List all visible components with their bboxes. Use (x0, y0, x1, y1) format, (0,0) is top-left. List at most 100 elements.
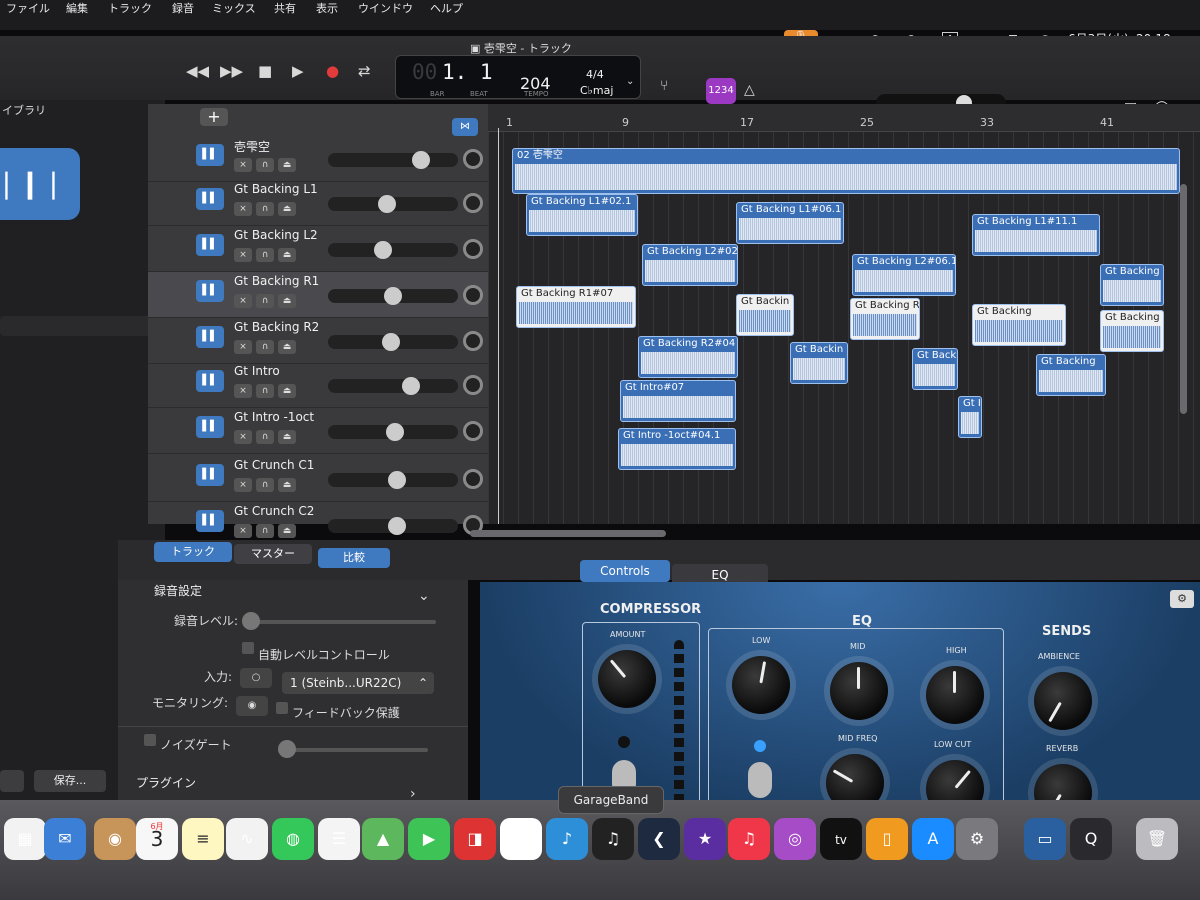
menu-help[interactable]: ヘルプ (430, 0, 463, 16)
audio-region[interactable]: Gt Backing R (850, 298, 920, 340)
quicktime-icon[interactable]: Q (1070, 818, 1112, 860)
contacts-icon[interactable]: ◉ (94, 818, 136, 860)
record-enable-icon[interactable]: ⏏ (278, 158, 296, 172)
headphones-icon[interactable]: ∩ (256, 202, 274, 216)
tab-controls[interactable]: Controls (580, 560, 670, 582)
menu-share[interactable]: 共有 (274, 0, 296, 16)
preview-icon[interactable]: ▭ (1024, 818, 1066, 860)
compressor-app-icon[interactable]: ❮ (638, 818, 680, 860)
track-volume-slider[interactable] (328, 287, 458, 305)
audio-region[interactable]: Gt Backin (790, 342, 848, 384)
pan-knob[interactable] (463, 331, 483, 351)
app-store-icon[interactable]: A (912, 818, 954, 860)
track-name[interactable]: Gt Intro -1oct (234, 410, 314, 424)
audio-region[interactable]: Gt I (958, 396, 982, 438)
input-select[interactable]: 1 (Steinb...UR22C) ⌃ (282, 672, 434, 694)
track-name[interactable]: Gt Backing L1 (234, 182, 318, 196)
audio-region[interactable]: Gt Backing L1#11.1 (972, 214, 1100, 256)
record-enable-icon[interactable]: ⏏ (278, 430, 296, 444)
audio-region[interactable]: Gt Backing (1036, 354, 1106, 396)
volume-knob[interactable] (402, 377, 420, 395)
record-enable-icon[interactable]: ⏏ (278, 202, 296, 216)
volume-knob[interactable] (374, 241, 392, 259)
track-name[interactable]: Gt Backing R2 (234, 320, 319, 334)
record-button[interactable]: ● (326, 62, 339, 80)
track-name[interactable]: Gt Crunch C2 (234, 504, 314, 518)
chevron-down-icon[interactable]: ⌄ (626, 76, 634, 87)
waveform-icon[interactable]: ▌▌ (196, 464, 224, 486)
amount-knob[interactable] (598, 650, 656, 708)
menu-file[interactable]: ファイル (6, 0, 50, 16)
playhead[interactable] (498, 128, 499, 524)
menu-record[interactable]: 録音 (172, 0, 194, 16)
track-header[interactable]: ▌▌ Gt Intro ⨯ ∩ ⏏ (148, 362, 488, 408)
volume-knob[interactable] (386, 423, 404, 441)
count-in-button[interactable]: 1234 (706, 78, 736, 104)
save-button[interactable]: 保存... (34, 770, 106, 792)
menu-edit[interactable]: 編集 (66, 0, 88, 16)
imovie-icon[interactable]: ★ (684, 818, 726, 860)
books-icon[interactable]: ▯ (866, 818, 908, 860)
track-name[interactable]: 壱雫空 (234, 138, 270, 155)
audio-region[interactable]: Gt Backing (1100, 264, 1164, 306)
waveform-icon[interactable]: ▌▌ (196, 188, 224, 210)
freeform-icon[interactable]: ∿ (226, 818, 268, 860)
finder-icon[interactable]: ▦ (4, 818, 46, 860)
pan-knob[interactable] (463, 239, 483, 259)
photo-booth-icon[interactable]: ◨ (454, 818, 496, 860)
track-volume-slider[interactable] (328, 471, 458, 489)
mid-knob[interactable] (830, 662, 888, 720)
noise-gate-slider[interactable] (278, 740, 428, 758)
high-knob[interactable] (926, 666, 984, 724)
pan-knob[interactable] (463, 375, 483, 395)
record-enable-icon[interactable]: ⏏ (278, 384, 296, 398)
audio-region[interactable]: Gt Backing R2#04 (638, 336, 738, 378)
audio-region[interactable]: Gt Backing L2#02. (642, 244, 738, 286)
feedback-checkbox[interactable] (276, 702, 288, 714)
rewind-button[interactable]: ◀◀ (186, 62, 209, 80)
mute-icon[interactable]: ⨯ (234, 524, 252, 538)
notes-icon[interactable]: ≡ (182, 818, 224, 860)
facetime-icon[interactable]: ▶ (408, 818, 450, 860)
record-enable-icon[interactable]: ⏏ (278, 478, 296, 492)
track-volume-slider[interactable] (328, 423, 458, 441)
lcd-display[interactable]: 00 1. 1 BAR BEAT 204 TEMPO 4/4 C♭maj ⌄ (395, 55, 641, 99)
section-recording-settings[interactable]: 録音設定 (154, 582, 202, 599)
messages-icon[interactable]: ◍ (272, 818, 314, 860)
pan-knob[interactable] (463, 285, 483, 305)
tuner-icon[interactable]: ⑂ (660, 78, 668, 94)
podcasts-icon[interactable]: ◎ (774, 818, 816, 860)
menu-window[interactable]: ウインドウ (358, 0, 413, 16)
menu-track[interactable]: トラック (108, 0, 152, 16)
track-name[interactable]: Gt Intro (234, 364, 280, 378)
pan-knob[interactable] (463, 469, 483, 489)
audio-region[interactable]: Gt Backing L1#02.1 (526, 194, 638, 236)
noise-gate-checkbox[interactable] (144, 734, 156, 746)
record-enable-icon[interactable]: ⏏ (278, 294, 296, 308)
volume-knob[interactable] (388, 471, 406, 489)
audio-region[interactable]: Gt Backing (1100, 310, 1164, 352)
volume-knob[interactable] (412, 151, 430, 169)
metronome-icon[interactable]: △ (744, 82, 755, 98)
wrench-icon[interactable]: ⚙ (1170, 590, 1194, 608)
headphones-icon[interactable]: ∩ (256, 478, 274, 492)
audio-region[interactable]: 02 壱雫空 (512, 148, 1180, 194)
cycle-button[interactable]: ⇄ (358, 62, 371, 80)
auto-level-checkbox[interactable] (242, 642, 254, 654)
add-track-button[interactable]: + (200, 108, 228, 126)
menu-view[interactable]: 表示 (316, 0, 338, 16)
audio-region[interactable]: Gt Back (912, 348, 958, 390)
maps-icon[interactable]: ▲ (362, 818, 404, 860)
waveform-icon[interactable]: ▌▌ (196, 416, 224, 438)
headphones-icon[interactable]: ∩ (256, 294, 274, 308)
music-icon[interactable]: ♫ (728, 818, 770, 860)
menu-mix[interactable]: ミックス (212, 0, 256, 16)
waveform-icon[interactable]: ▌▌ (196, 326, 224, 348)
tab-track[interactable]: トラック (154, 542, 232, 562)
track-volume-slider[interactable] (328, 333, 458, 351)
mute-icon[interactable]: ⨯ (234, 202, 252, 216)
mute-icon[interactable]: ⨯ (234, 294, 252, 308)
pan-knob[interactable] (463, 421, 483, 441)
apple-tv-icon[interactable]: tv (820, 818, 862, 860)
track-header[interactable]: ▌▌ Gt Backing L1 ⨯ ∩ ⏏ (148, 180, 488, 226)
